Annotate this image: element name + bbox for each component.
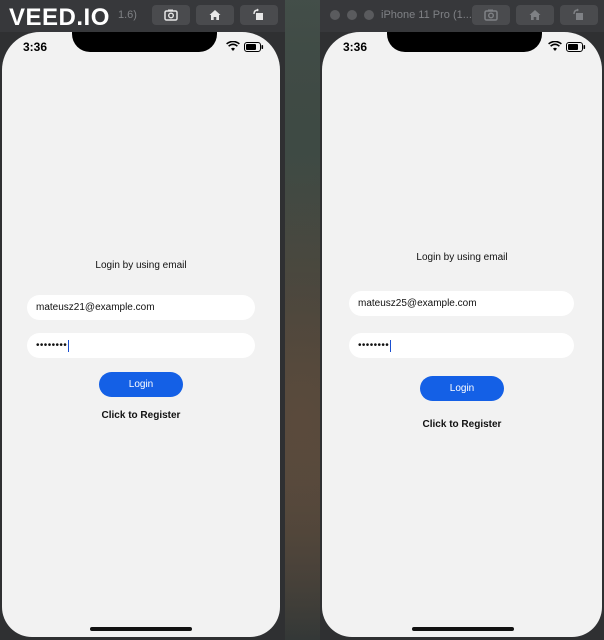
rotate-icon <box>573 8 583 20</box>
minimize-window-button[interactable] <box>347 10 357 20</box>
home-icon <box>529 10 541 20</box>
battery-icon <box>566 42 586 52</box>
password-field[interactable]: •••••••• <box>27 333 255 358</box>
email-field[interactable]: mateusz25@example.com <box>349 291 574 316</box>
login-button[interactable]: Login <box>99 372 183 397</box>
close-window-button[interactable] <box>330 10 340 20</box>
watermark-logo: VEED.IO <box>9 4 110 31</box>
rotate-button[interactable] <box>560 5 598 25</box>
status-time: 3:36 <box>23 40 48 54</box>
register-link[interactable]: Click to Register <box>322 419 602 430</box>
wifi-icon <box>548 41 562 51</box>
status-indicators <box>548 41 588 53</box>
home-button[interactable] <box>516 5 554 25</box>
login-heading: Login by using email <box>416 252 508 263</box>
battery-icon <box>244 42 264 52</box>
simulator-toolbar: iPhone 11 Pro (1... <box>320 0 604 32</box>
email-field-value: mateusz25@example.com <box>358 298 477 309</box>
screenshot-icon <box>484 9 498 21</box>
screenshot-button[interactable] <box>152 5 190 25</box>
phone-screen: 3:36 Login by using email mateusz21@exam… <box>2 32 280 637</box>
status-time: 3:36 <box>343 40 368 54</box>
zoom-window-button[interactable] <box>364 10 374 20</box>
simulator-window-right: iPhone 11 Pro (1... 3:36 Login by using … <box>320 0 604 640</box>
text-caret <box>68 339 70 352</box>
status-indicators <box>226 41 266 53</box>
rotate-icon <box>253 8 263 20</box>
password-field[interactable]: •••••••• <box>349 333 574 358</box>
email-field[interactable]: mateusz21@example.com <box>27 295 255 320</box>
screenshot-icon <box>164 9 178 21</box>
simulator-window-left: 1.6) VEED.IO 3:36 Login by using email m… <box>0 0 285 640</box>
device-notch <box>387 32 542 52</box>
window-title: iPhone 11 Pro (1... <box>381 9 472 21</box>
password-field-value: •••••••• <box>36 340 68 351</box>
register-link[interactable]: Click to Register <box>2 410 280 421</box>
home-button[interactable] <box>196 5 234 25</box>
phone-screen: 3:36 Login by using email mateusz25@exam… <box>322 32 602 637</box>
device-notch <box>72 32 217 52</box>
rotate-button[interactable] <box>240 5 278 25</box>
password-field-value: •••••••• <box>358 340 390 351</box>
home-indicator <box>90 627 192 631</box>
window-title: 1.6) <box>118 9 137 21</box>
text-caret <box>390 339 392 352</box>
home-indicator <box>412 627 514 631</box>
home-icon <box>209 10 221 20</box>
email-field-value: mateusz21@example.com <box>36 302 155 313</box>
login-heading: Login by using email <box>95 260 187 271</box>
login-button[interactable]: Login <box>420 376 504 401</box>
screenshot-button[interactable] <box>472 5 510 25</box>
wifi-icon <box>226 41 240 51</box>
